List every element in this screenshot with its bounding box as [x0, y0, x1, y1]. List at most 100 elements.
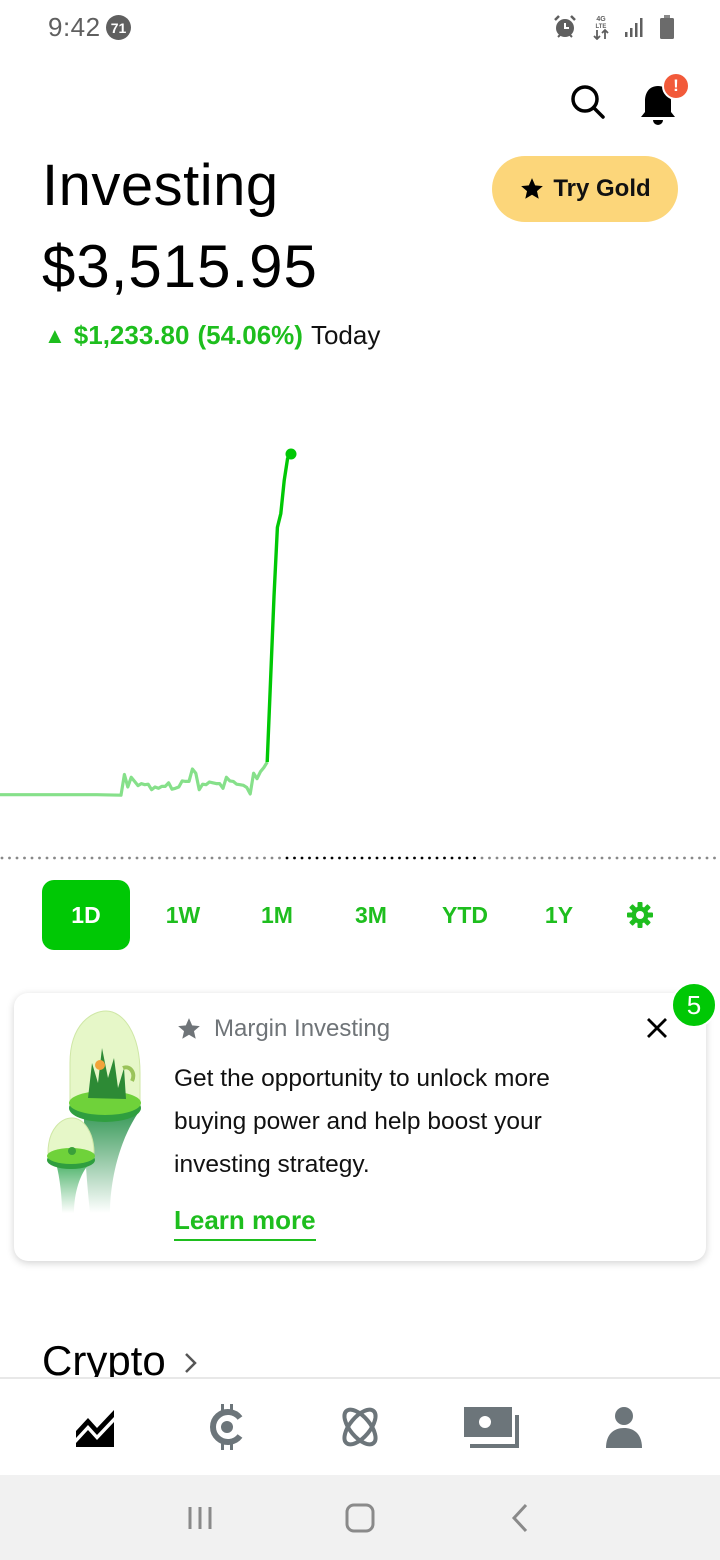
baseline-dot	[623, 856, 626, 860]
baseline-dot	[660, 856, 664, 860]
baseline-dot	[30, 856, 34, 860]
baseline-dot	[315, 856, 319, 860]
chart-settings-button[interactable]	[608, 880, 672, 950]
lte-data-icon: 4G LTE	[593, 16, 609, 40]
alarm-icon	[554, 15, 576, 38]
baseline-dot	[165, 856, 169, 860]
home-button[interactable]	[330, 1488, 390, 1548]
baseline-dot	[705, 856, 709, 860]
baseline-dot	[113, 856, 116, 860]
baseline-dot	[45, 856, 49, 860]
baseline-dot	[435, 856, 439, 860]
status-time: 9:42	[48, 12, 101, 42]
system-nav-bar	[0, 1475, 720, 1560]
cash-icon	[464, 1407, 519, 1448]
back-button[interactable]	[490, 1488, 550, 1548]
baseline-dot	[645, 856, 649, 860]
baseline-dot	[593, 856, 596, 860]
notifications-button[interactable]: !	[634, 72, 690, 126]
baseline-dot	[218, 856, 221, 860]
portfolio-chart[interactable]	[0, 380, 720, 820]
nav-crypto[interactable]	[188, 1392, 268, 1462]
nav-account[interactable]	[584, 1392, 664, 1462]
baseline-dot	[75, 856, 79, 860]
baseline-dot	[360, 856, 364, 860]
change-arrow-icon: ▲	[44, 322, 66, 348]
baseline-dot	[428, 856, 431, 860]
chart-line-earlier	[0, 761, 269, 797]
tab-1y[interactable]: 1Y	[512, 880, 606, 950]
recents-button[interactable]	[170, 1488, 230, 1548]
back-icon	[511, 1503, 528, 1532]
baseline-dot	[240, 856, 244, 860]
baseline-dot	[60, 856, 64, 860]
person-icon	[606, 1407, 642, 1448]
change-amount: $1,233.80	[73, 320, 190, 350]
nav-investing[interactable]	[56, 1392, 136, 1462]
baseline-dot	[330, 856, 334, 860]
svg-text:4G: 4G	[596, 16, 606, 23]
close-card-button[interactable]	[642, 1013, 672, 1043]
tab-3m[interactable]: 3M	[324, 880, 418, 950]
baseline-dot	[548, 856, 551, 860]
baseline-dot	[675, 856, 679, 860]
learn-more-link[interactable]: Learn more	[174, 1205, 316, 1241]
chart-line-recent	[265, 452, 293, 763]
home-icon	[345, 1503, 375, 1532]
orbit-icon	[342, 1407, 378, 1447]
baseline-dot	[53, 856, 56, 860]
search-button[interactable]	[566, 80, 610, 124]
nav-cash[interactable]	[452, 1392, 532, 1462]
baseline-dot	[398, 856, 401, 860]
baseline-dot	[578, 856, 581, 860]
baseline-dot	[293, 856, 296, 860]
baseline-dot	[495, 856, 499, 860]
baseline-dot	[345, 856, 349, 860]
crypto-section-link[interactable]: Crypto	[42, 1340, 198, 1378]
tab-1w[interactable]: 1W	[136, 880, 230, 950]
baseline-dot	[458, 856, 461, 860]
crypto-coin-icon	[210, 1404, 243, 1450]
baseline-dot	[450, 856, 454, 860]
baseline-dot	[690, 856, 694, 860]
baseline-dot	[375, 856, 379, 860]
notification-count-badge: 71	[106, 15, 131, 40]
chart-icon	[76, 1410, 114, 1447]
baseline-dot	[105, 856, 109, 860]
baseline-dot	[570, 856, 574, 860]
baseline-dot	[563, 856, 566, 860]
change-percent: (54.06%)	[197, 320, 303, 350]
baseline-dot	[248, 856, 251, 860]
previous-close-line	[0, 856, 716, 860]
baseline-dot	[368, 856, 371, 860]
tab-1d[interactable]: 1D	[42, 880, 130, 950]
card-count-badge: 5	[671, 982, 717, 1028]
baseline-dot	[480, 856, 484, 860]
baseline-dot	[608, 856, 611, 860]
close-icon	[647, 1018, 667, 1038]
baseline-dot	[188, 856, 191, 860]
baseline-dot	[698, 856, 701, 860]
baseline-dot	[420, 856, 424, 860]
baseline-dot	[653, 856, 656, 860]
nav-browse[interactable]	[320, 1392, 400, 1462]
baseline-dot	[413, 856, 416, 860]
tab-ytd[interactable]: YTD	[418, 880, 512, 950]
baseline-dot	[285, 856, 289, 860]
baseline-dot	[405, 856, 409, 860]
baseline-dot	[263, 856, 266, 860]
tab-1m[interactable]: 1M	[230, 880, 324, 950]
baseline-dot	[203, 856, 206, 860]
baseline-dot	[443, 856, 446, 860]
recents-icon	[188, 1506, 212, 1529]
terrarium-illustration	[47, 1010, 141, 1213]
card-eyebrow-label: Margin Investing	[214, 1015, 391, 1042]
baseline-dot	[15, 856, 19, 860]
chart-end-marker	[285, 448, 297, 460]
baseline-dot	[90, 856, 94, 860]
bottom-nav	[0, 1377, 720, 1475]
baseline-dot	[338, 856, 341, 860]
try-gold-button[interactable]: Try Gold	[492, 156, 678, 222]
status-icons: 4G LTE	[552, 14, 674, 40]
gear-icon	[627, 902, 653, 928]
